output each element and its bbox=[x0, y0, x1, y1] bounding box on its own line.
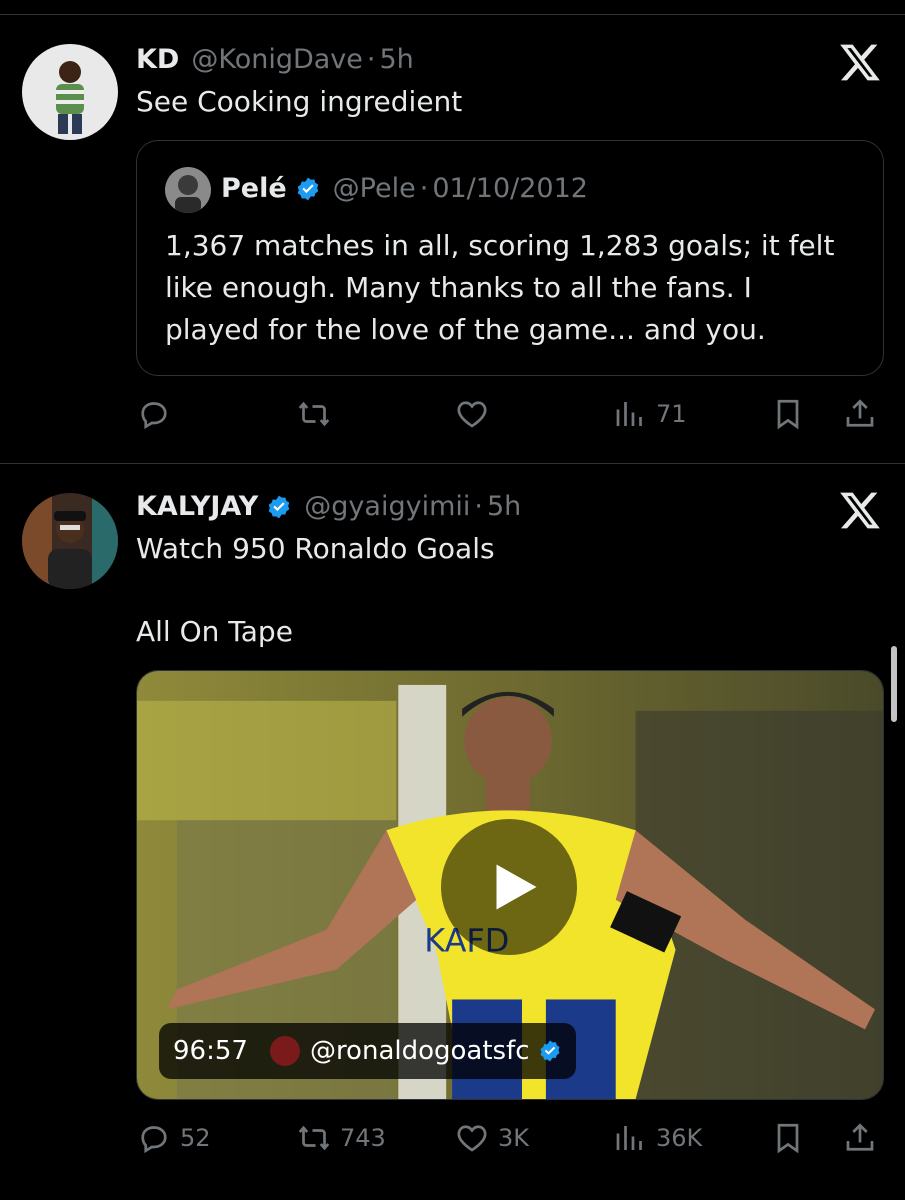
verified-badge-icon bbox=[266, 494, 292, 520]
reply-icon bbox=[141, 402, 167, 430]
top-divider bbox=[0, 14, 905, 15]
source-handle[interactable]: @ronaldogoatsfc bbox=[310, 1036, 530, 1066]
views-button[interactable]: 71 bbox=[612, 392, 687, 436]
tweet-text: See Cooking ingredient bbox=[136, 85, 463, 118]
bookmark-button[interactable] bbox=[770, 392, 806, 436]
verified-badge-icon bbox=[538, 1039, 562, 1063]
quote-date: 01/10/2012 bbox=[432, 173, 588, 204]
share-button[interactable] bbox=[842, 392, 878, 436]
quote-text: 1,367 matches in all, scoring 1,283 goal… bbox=[165, 225, 865, 351]
x-logo-icon[interactable] bbox=[838, 488, 882, 532]
avatar-kd[interactable] bbox=[22, 44, 118, 140]
repost-button[interactable]: 743 bbox=[296, 1116, 386, 1160]
video-info-badge[interactable]: 96:57 @ronaldogoatsfc bbox=[159, 1023, 576, 1079]
timestamp[interactable]: 5h bbox=[380, 42, 414, 78]
reply-count: 52 bbox=[180, 1124, 211, 1152]
source-avatar bbox=[269, 1036, 300, 1066]
tweet-actions: 71 bbox=[136, 392, 884, 436]
x-logo-icon[interactable] bbox=[838, 40, 882, 84]
reply-button[interactable]: 52 bbox=[136, 1116, 211, 1160]
timestamp[interactable]: 5h bbox=[487, 489, 521, 525]
display-name[interactable]: KD bbox=[136, 42, 179, 78]
views-button[interactable]: 36K bbox=[612, 1116, 702, 1160]
reply-button[interactable] bbox=[136, 392, 172, 436]
tweet-text-line: Watch 950 Ronaldo Goals bbox=[136, 532, 495, 565]
verified-badge-icon bbox=[295, 176, 321, 202]
like-icon bbox=[457, 1125, 487, 1152]
views-icon bbox=[616, 1126, 642, 1150]
user-handle[interactable]: @KonigDave bbox=[191, 42, 363, 78]
like-button[interactable]: 3K bbox=[454, 1116, 529, 1160]
quote-display-name[interactable]: Pelé bbox=[221, 171, 287, 207]
quote-line: 1,367 matches in all, scoring 1,283 goal… bbox=[165, 229, 835, 262]
display-name[interactable]: KALYJAY bbox=[136, 489, 258, 525]
video-player[interactable]: KAFD 96:57 @ronaldogoatsfc bbox=[136, 670, 884, 1100]
play-icon bbox=[496, 864, 537, 910]
separator: · bbox=[419, 173, 429, 204]
bookmark-button[interactable] bbox=[770, 1116, 806, 1160]
repost-button[interactable] bbox=[296, 392, 332, 436]
avatar-kalyjay[interactable] bbox=[22, 493, 118, 589]
share-icon bbox=[846, 1123, 874, 1151]
quoted-tweet[interactable]: Pelé @Pele · 01/10/2012 1,367 matches in… bbox=[136, 140, 884, 376]
tweet-header: KD @KonigDave · 5h bbox=[136, 42, 414, 78]
share-icon bbox=[846, 399, 874, 427]
like-count: 3K bbox=[498, 1124, 530, 1152]
tweet-actions: 52 743 3K 36K bbox=[136, 1116, 884, 1160]
reply-icon bbox=[141, 1126, 167, 1154]
video-duration: 96:57 bbox=[173, 1036, 248, 1066]
quote-line: like enough. Many thanks to all the fans… bbox=[165, 271, 752, 304]
like-icon bbox=[457, 401, 487, 428]
bookmark-icon bbox=[777, 1123, 799, 1154]
quote-header: Pelé @Pele · 01/10/2012 bbox=[221, 171, 588, 207]
separator: · bbox=[366, 44, 376, 75]
views-count: 36K bbox=[656, 1124, 703, 1152]
views-count: 71 bbox=[656, 400, 687, 428]
quote-user-handle[interactable]: @Pele bbox=[333, 171, 416, 207]
tweet-header: KALYJAY @gyaigyimii · 5h bbox=[136, 489, 521, 525]
tweet-text-line: All On Tape bbox=[136, 615, 293, 648]
avatar-pele[interactable] bbox=[165, 167, 211, 213]
user-handle[interactable]: @gyaigyimii bbox=[304, 489, 470, 525]
bookmark-icon bbox=[777, 399, 799, 430]
quote-line: played for the love of the game... and y… bbox=[165, 313, 766, 346]
scrollbar[interactable] bbox=[891, 646, 897, 722]
separator: · bbox=[474, 491, 483, 522]
play-button[interactable] bbox=[441, 819, 577, 955]
repost-icon bbox=[298, 401, 330, 427]
tweet-divider bbox=[0, 463, 905, 464]
share-button[interactable] bbox=[842, 1116, 878, 1160]
views-icon bbox=[616, 402, 642, 426]
repost-icon bbox=[298, 1125, 330, 1151]
like-button[interactable] bbox=[454, 392, 490, 436]
repost-count: 743 bbox=[340, 1124, 386, 1152]
